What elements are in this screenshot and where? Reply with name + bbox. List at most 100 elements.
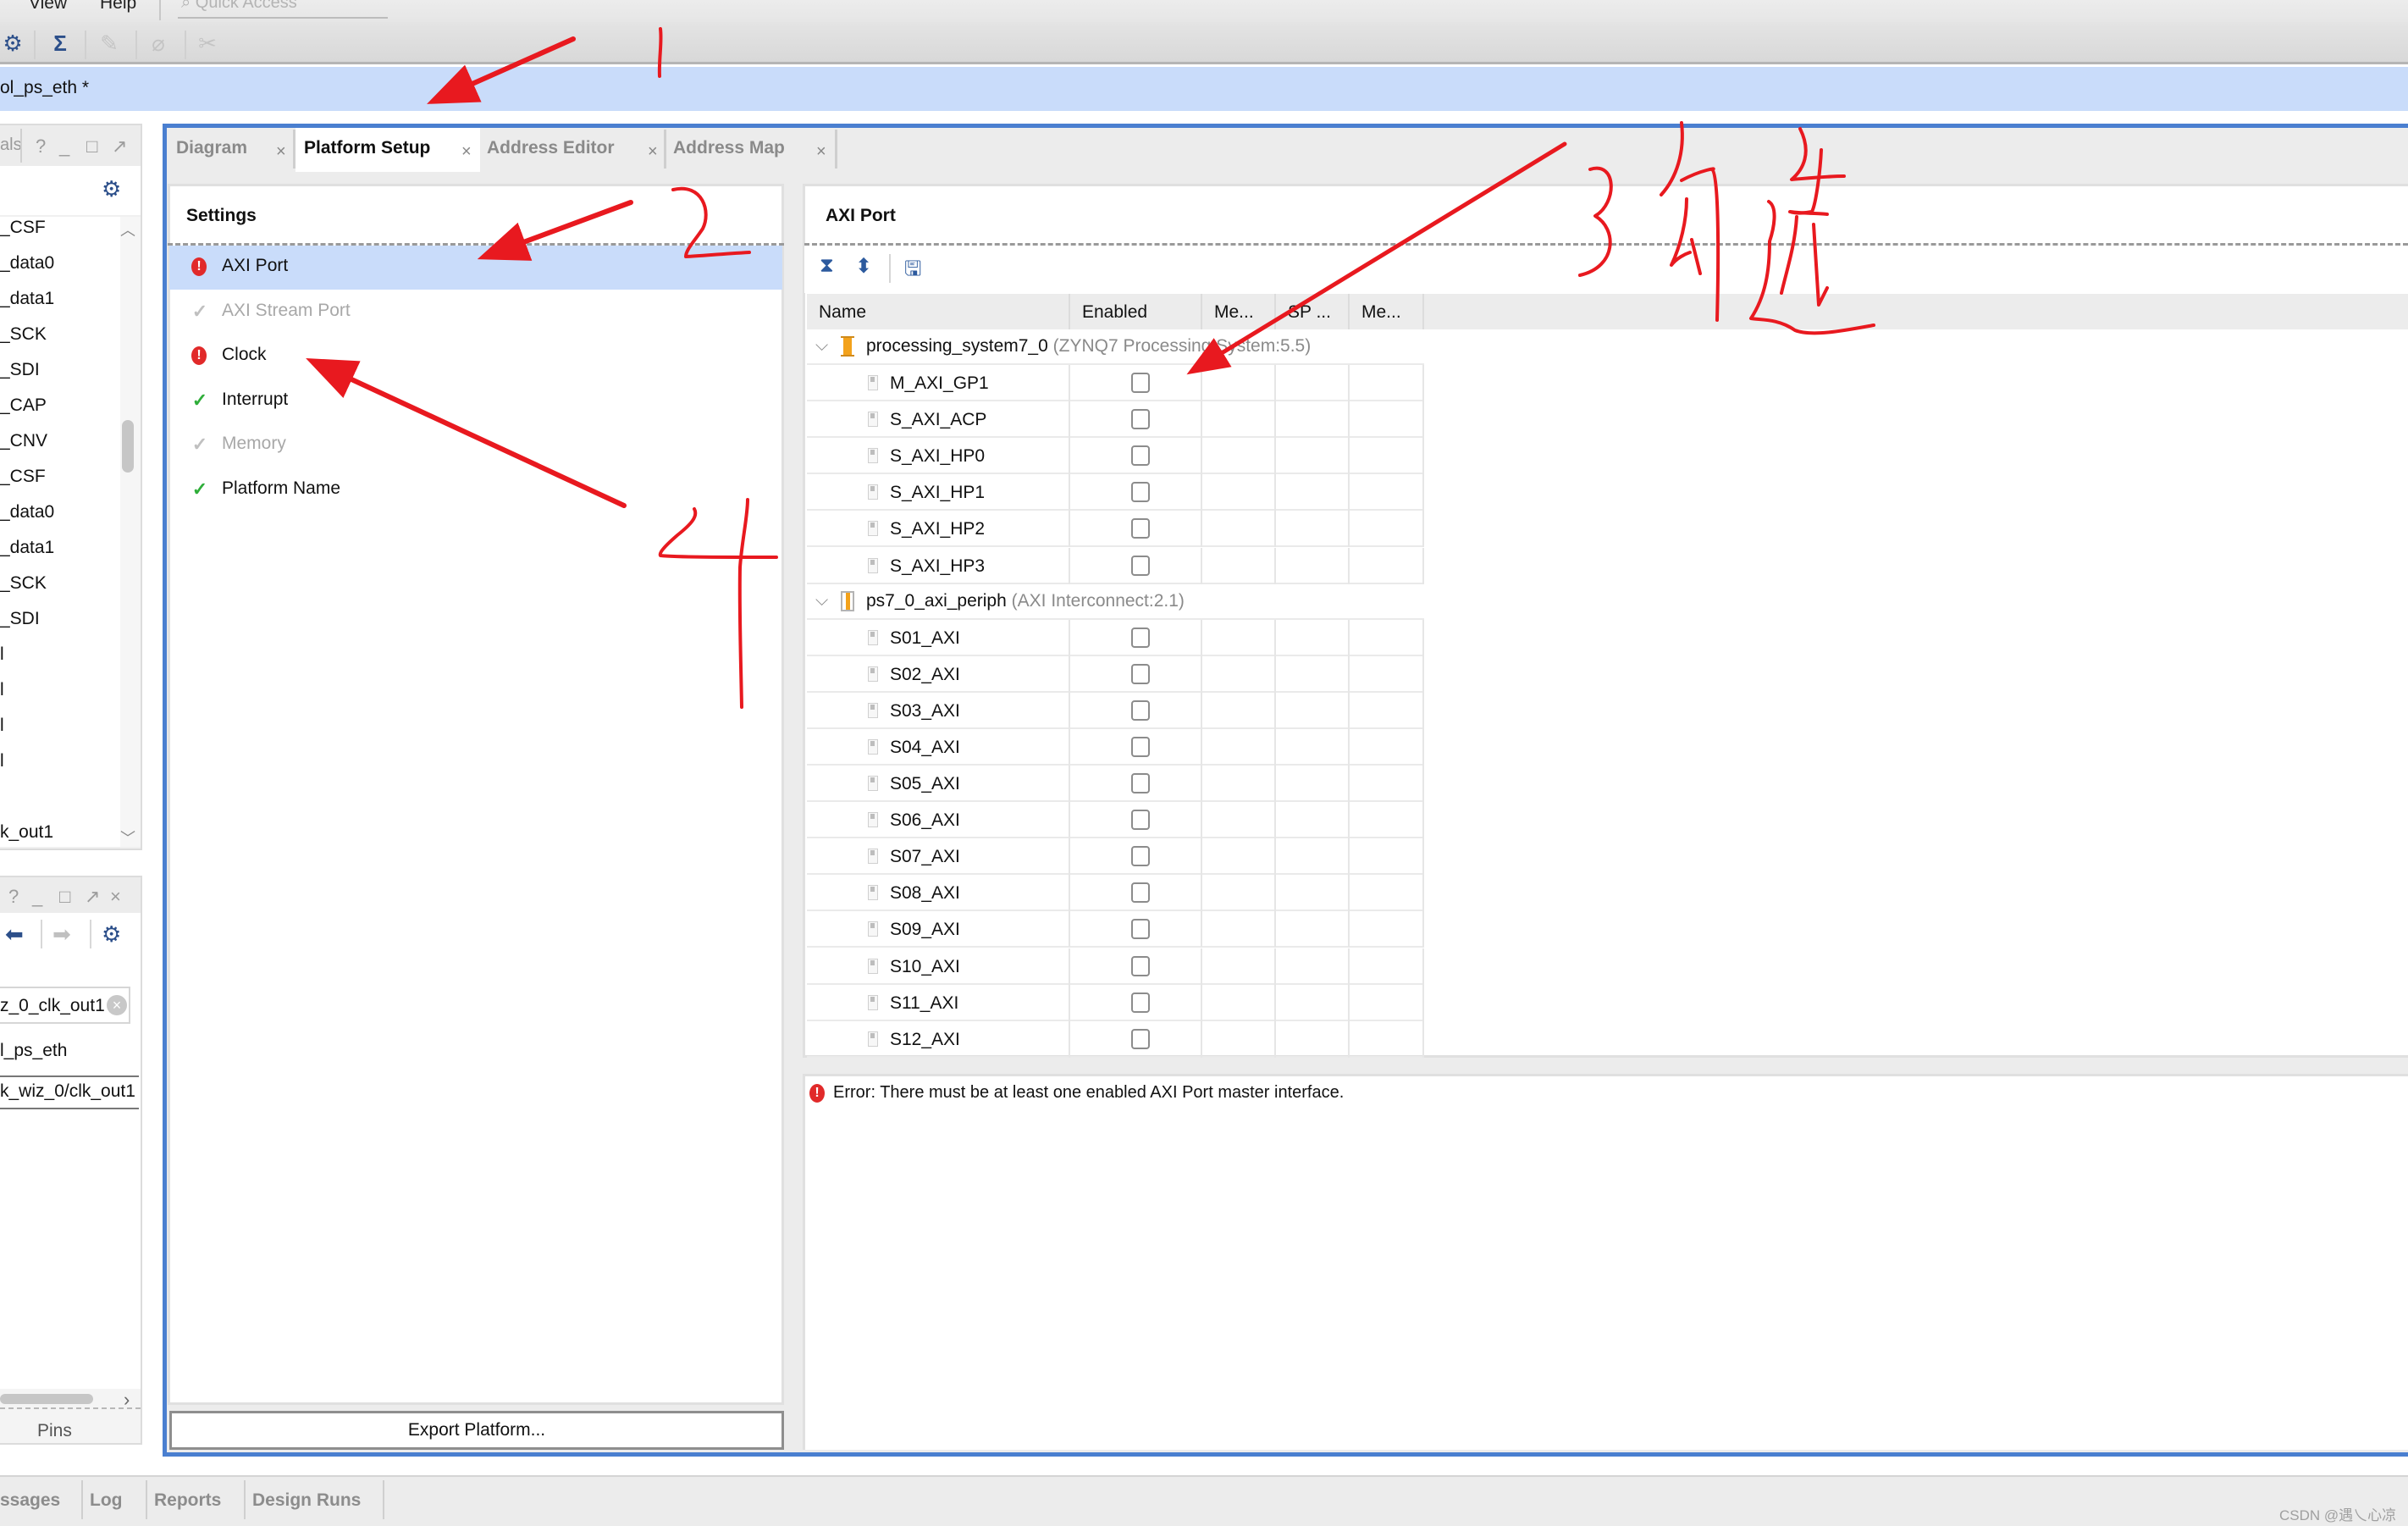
link-disabled-icon[interactable]: ⌀ bbox=[146, 30, 171, 56]
signal-list-item[interactable]: l bbox=[0, 680, 4, 700]
axi-port-row[interactable]: S03_AXI bbox=[807, 692, 1424, 729]
help-icon[interactable]: ? bbox=[36, 135, 46, 158]
enabled-checkbox[interactable] bbox=[1131, 882, 1150, 904]
settings-item-axi-stream-port[interactable]: ✓ AXI Stream Port bbox=[186, 290, 779, 335]
float-icon[interactable]: ↗ bbox=[85, 886, 100, 908]
scroll-down-icon[interactable]: ﹀ bbox=[120, 827, 135, 849]
tab-design-runs[interactable]: Design Runs bbox=[252, 1490, 361, 1511]
clear-search-icon[interactable]: × bbox=[107, 995, 127, 1015]
enabled-checkbox[interactable] bbox=[1131, 773, 1150, 793]
scrollbar-thumb[interactable] bbox=[122, 420, 134, 473]
axi-port-row[interactable]: S_AXI_HP2 bbox=[807, 511, 1424, 548]
signal-list-item[interactable]: _CAP bbox=[0, 395, 47, 416]
axi-port-row[interactable]: M_AXI_GP1 bbox=[807, 365, 1424, 401]
signal-list-item[interactable]: _CNV bbox=[0, 431, 47, 451]
signal-list-item[interactable]: _CSF bbox=[0, 467, 46, 487]
close-tab-platform-setup-icon[interactable]: × bbox=[461, 142, 472, 162]
design-title[interactable]: ol_ps_eth * bbox=[0, 78, 89, 98]
sources-panel-title[interactable]: als bbox=[0, 135, 22, 155]
chevron-down-icon[interactable]: ⌵ bbox=[815, 336, 828, 356]
signal-list-item[interactable]: _SCK bbox=[0, 573, 47, 594]
enabled-checkbox[interactable] bbox=[1131, 846, 1150, 867]
enabled-checkbox[interactable] bbox=[1131, 1028, 1150, 1049]
axi-port-row[interactable]: S09_AXI bbox=[807, 911, 1424, 948]
axi-port-row[interactable]: S11_AXI bbox=[807, 984, 1424, 1021]
export-platform-button[interactable]: Export Platform... bbox=[169, 1411, 784, 1450]
axi-port-row[interactable]: S_AXI_HP1 bbox=[807, 474, 1424, 511]
signal-list-item[interactable]: _CSF bbox=[0, 218, 46, 238]
signal-list-item[interactable]: l bbox=[0, 644, 4, 665]
column-header-name[interactable]: Name bbox=[807, 294, 1070, 329]
close-tab-address-map-icon[interactable]: × bbox=[816, 142, 826, 162]
tab-messages[interactable]: ssages bbox=[0, 1490, 60, 1511]
axi-port-row[interactable]: S_AXI_HP0 bbox=[807, 438, 1424, 475]
enabled-checkbox[interactable] bbox=[1131, 482, 1150, 503]
axi-port-row[interactable]: S12_AXI bbox=[807, 1020, 1424, 1058]
chevron-down-icon[interactable]: ⌵ bbox=[815, 591, 828, 611]
axi-port-row[interactable]: S05_AXI bbox=[807, 766, 1424, 802]
scroll-up-icon[interactable]: ︿ bbox=[120, 218, 135, 241]
axi-port-row[interactable]: S06_AXI bbox=[807, 802, 1424, 839]
tab-reports[interactable]: Reports bbox=[154, 1490, 221, 1511]
signal-list-item[interactable]: l bbox=[0, 716, 4, 736]
gear-icon[interactable]: ⚙ bbox=[0, 30, 25, 56]
sigma-icon[interactable]: Σ bbox=[47, 30, 73, 56]
enabled-checkbox[interactable] bbox=[1131, 919, 1150, 940]
save-icon[interactable]: 🖫 bbox=[904, 254, 921, 289]
gear-icon[interactable]: ⚙ bbox=[102, 921, 121, 948]
enabled-checkbox[interactable] bbox=[1131, 445, 1150, 467]
signal-list-item[interactable]: _SCK bbox=[0, 324, 47, 345]
column-header-memory[interactable]: Me... bbox=[1350, 294, 1424, 329]
maximize-icon[interactable]: □ bbox=[59, 886, 70, 908]
collapse-all-icon[interactable]: ⧗ bbox=[820, 254, 834, 278]
back-arrow-icon[interactable]: ⬅ bbox=[5, 921, 24, 948]
axi-port-row[interactable]: S08_AXI bbox=[807, 875, 1424, 912]
column-header-sptag[interactable]: SP ... bbox=[1276, 294, 1350, 329]
enabled-checkbox[interactable] bbox=[1131, 627, 1150, 648]
enabled-checkbox[interactable] bbox=[1131, 409, 1150, 430]
settings-item-axi-port[interactable]: ! AXI Port bbox=[186, 246, 779, 290]
axi-port-row[interactable]: S04_AXI bbox=[807, 728, 1424, 766]
tab-address-map[interactable]: Address Map bbox=[666, 128, 836, 172]
enabled-checkbox[interactable] bbox=[1131, 955, 1150, 976]
close-icon[interactable]: × bbox=[110, 886, 121, 908]
scrollbar-thumb[interactable] bbox=[0, 1394, 93, 1404]
cut-disabled-icon[interactable]: ✂ bbox=[195, 30, 220, 56]
signal-list-item[interactable]: _SDI bbox=[0, 360, 40, 380]
vertical-scrollbar[interactable] bbox=[120, 217, 141, 847]
settings-item-interrupt[interactable]: ✓ Interrupt bbox=[186, 379, 779, 423]
enabled-checkbox[interactable] bbox=[1131, 663, 1150, 684]
signal-list-item[interactable]: _SDI bbox=[0, 609, 40, 629]
settings-item-memory[interactable]: ✓ Memory bbox=[186, 423, 779, 467]
signal-list-item[interactable]: _data1 bbox=[0, 538, 54, 558]
enabled-checkbox[interactable] bbox=[1131, 555, 1150, 576]
forward-arrow-icon[interactable]: ➡ bbox=[52, 921, 71, 948]
menu-view[interactable]: View bbox=[29, 0, 67, 14]
signal-list-item[interactable]: _data0 bbox=[0, 253, 54, 274]
enabled-checkbox[interactable] bbox=[1131, 992, 1150, 1013]
axi-port-row[interactable]: S01_AXI bbox=[807, 619, 1424, 656]
close-tab-address-editor-icon[interactable]: × bbox=[648, 142, 658, 162]
minimize-icon[interactable]: _ bbox=[32, 886, 42, 908]
signal-list-item[interactable]: _data0 bbox=[0, 502, 54, 522]
signal-list-item[interactable]: l bbox=[0, 751, 4, 771]
maximize-icon[interactable]: □ bbox=[86, 135, 97, 158]
close-tab-diagram-icon[interactable]: × bbox=[276, 142, 286, 162]
enabled-checkbox[interactable] bbox=[1131, 699, 1150, 721]
axi-port-row[interactable]: S_AXI_HP3 bbox=[807, 547, 1424, 584]
signal-list-item[interactable]: _data1 bbox=[0, 289, 54, 309]
axi-group-row[interactable]: ⌵ processing_system7_0 (ZYNQ7 Processing … bbox=[807, 329, 1424, 365]
signal-list-item[interactable]: k_out1 bbox=[0, 822, 53, 843]
settings-item-clock[interactable]: ! Clock bbox=[186, 335, 779, 379]
enabled-checkbox[interactable] bbox=[1131, 373, 1150, 393]
enabled-checkbox[interactable] bbox=[1131, 518, 1150, 539]
axi-group-row[interactable]: ⌵ ps7_0_axi_periph (AXI Interconnect:2.1) bbox=[807, 584, 1424, 620]
gear-icon[interactable]: ⚙ bbox=[102, 176, 121, 202]
quick-access-input[interactable]: ⌕ Quick Access bbox=[178, 0, 388, 19]
axi-port-row[interactable]: S_AXI_ACP bbox=[807, 401, 1424, 439]
enabled-checkbox[interactable] bbox=[1131, 736, 1150, 757]
menu-help[interactable]: Help bbox=[100, 0, 136, 14]
column-header-memport[interactable]: Me... bbox=[1202, 294, 1276, 329]
edit-disabled-icon[interactable]: ✎ bbox=[97, 30, 122, 56]
tab-address-editor[interactable]: Address Editor bbox=[480, 128, 666, 172]
